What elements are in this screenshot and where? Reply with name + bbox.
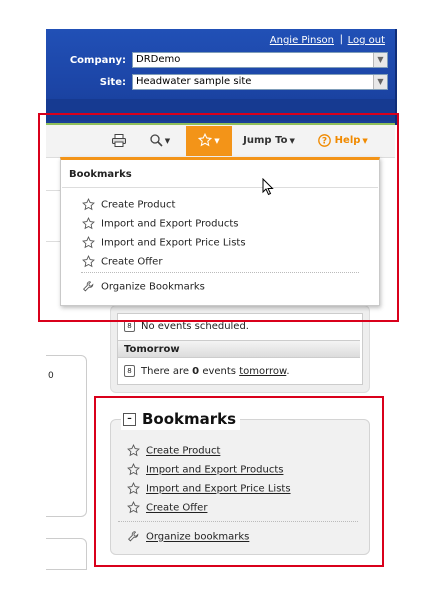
header-edge xyxy=(395,29,397,125)
company-select-value: DRDemo xyxy=(136,54,181,65)
tomorrow-link[interactable]: tomorrow xyxy=(239,366,286,377)
tomorrow-header: Tomorrow xyxy=(118,340,360,358)
tomorrow-text-prefix: There are xyxy=(141,366,193,377)
highlight-box-bookmarks-panel xyxy=(94,396,384,567)
calendar-icon: 8 xyxy=(124,365,135,377)
logout-link[interactable]: Log out xyxy=(348,35,385,46)
highlight-box-dropdown xyxy=(38,113,399,322)
company-select[interactable]: DRDemo ▼ xyxy=(132,52,388,68)
chevron-down-icon[interactable]: ▼ xyxy=(373,75,387,89)
no-events-text: No events scheduled. xyxy=(141,321,249,332)
tomorrow-events-row: 8 There are 0 events tomorrow. xyxy=(124,365,290,377)
app-header: Angie Pinson | Log out Company: DRDemo ▼… xyxy=(46,29,395,125)
site-select[interactable]: Headwater sample site ▼ xyxy=(132,74,388,90)
left-panel-value: 0 xyxy=(48,371,54,381)
chevron-down-icon[interactable]: ▼ xyxy=(373,53,387,67)
user-name-link[interactable]: Angie Pinson xyxy=(270,35,334,46)
left-panel-card-bottom xyxy=(46,538,87,570)
company-label: Company: xyxy=(69,55,126,66)
header-separator: | xyxy=(339,34,343,45)
tomorrow-text-mid: events xyxy=(199,366,240,377)
tomorrow-text-suffix: . xyxy=(286,366,290,377)
site-label: Site: xyxy=(99,77,126,88)
site-select-value: Headwater sample site xyxy=(136,76,252,87)
